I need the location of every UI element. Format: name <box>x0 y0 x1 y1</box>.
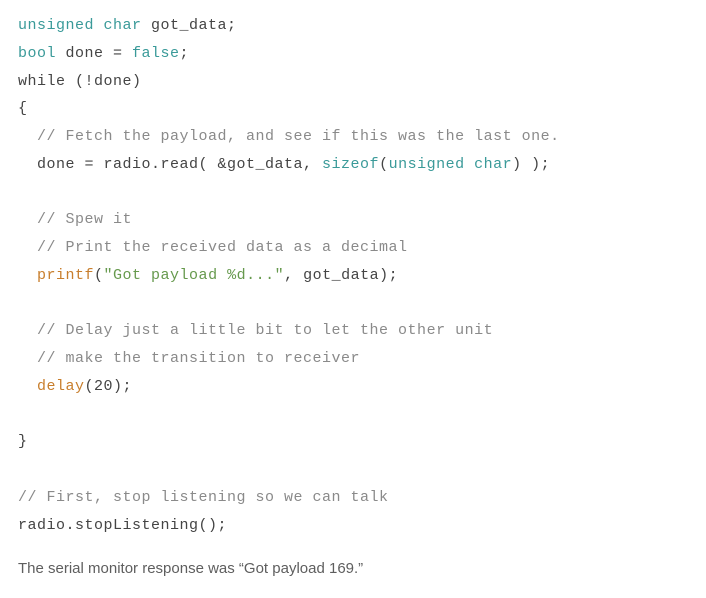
keyword-type: unsigned char <box>389 156 513 173</box>
string-literal: "Got payload %d..." <box>104 267 285 284</box>
code-text: ; <box>180 45 190 62</box>
code-text: ) ); <box>512 156 550 173</box>
code-text <box>18 267 37 284</box>
code-text: ( <box>379 156 389 173</box>
code-text: { <box>18 100 28 117</box>
code-text: , got_data); <box>284 267 398 284</box>
keyword-false: false <box>132 45 180 62</box>
code-comment: // First, stop listening so we can talk <box>18 489 389 506</box>
code-text: (20); <box>85 378 133 395</box>
code-text: } <box>18 433 28 450</box>
keyword-bool: bool <box>18 45 56 62</box>
fn-delay: delay <box>37 378 85 395</box>
code-comment: // Print the received data as a decimal <box>18 239 408 256</box>
code-text: got_data; <box>142 17 237 34</box>
code-block: unsigned char got_data; bool done = fals… <box>18 12 688 539</box>
code-comment: // Fetch the payload, and see if this wa… <box>18 128 560 145</box>
code-comment: // Delay just a little bit to let the ot… <box>18 322 493 339</box>
code-text <box>18 378 37 395</box>
keyword-type: unsigned char <box>18 17 142 34</box>
fn-printf: printf <box>37 267 94 284</box>
code-comment: // make the transition to receiver <box>18 350 360 367</box>
code-text: ( <box>94 267 104 284</box>
code-text: done = <box>56 45 132 62</box>
footer-text: The serial monitor response was “Got pay… <box>18 555 688 583</box>
code-comment: // Spew it <box>18 211 132 228</box>
code-text: while (!done) <box>18 73 142 90</box>
keyword-sizeof: sizeof <box>322 156 379 173</box>
code-text: done = radio.read( &got_data, <box>18 156 322 173</box>
code-text: radio.stopListening(); <box>18 517 227 534</box>
